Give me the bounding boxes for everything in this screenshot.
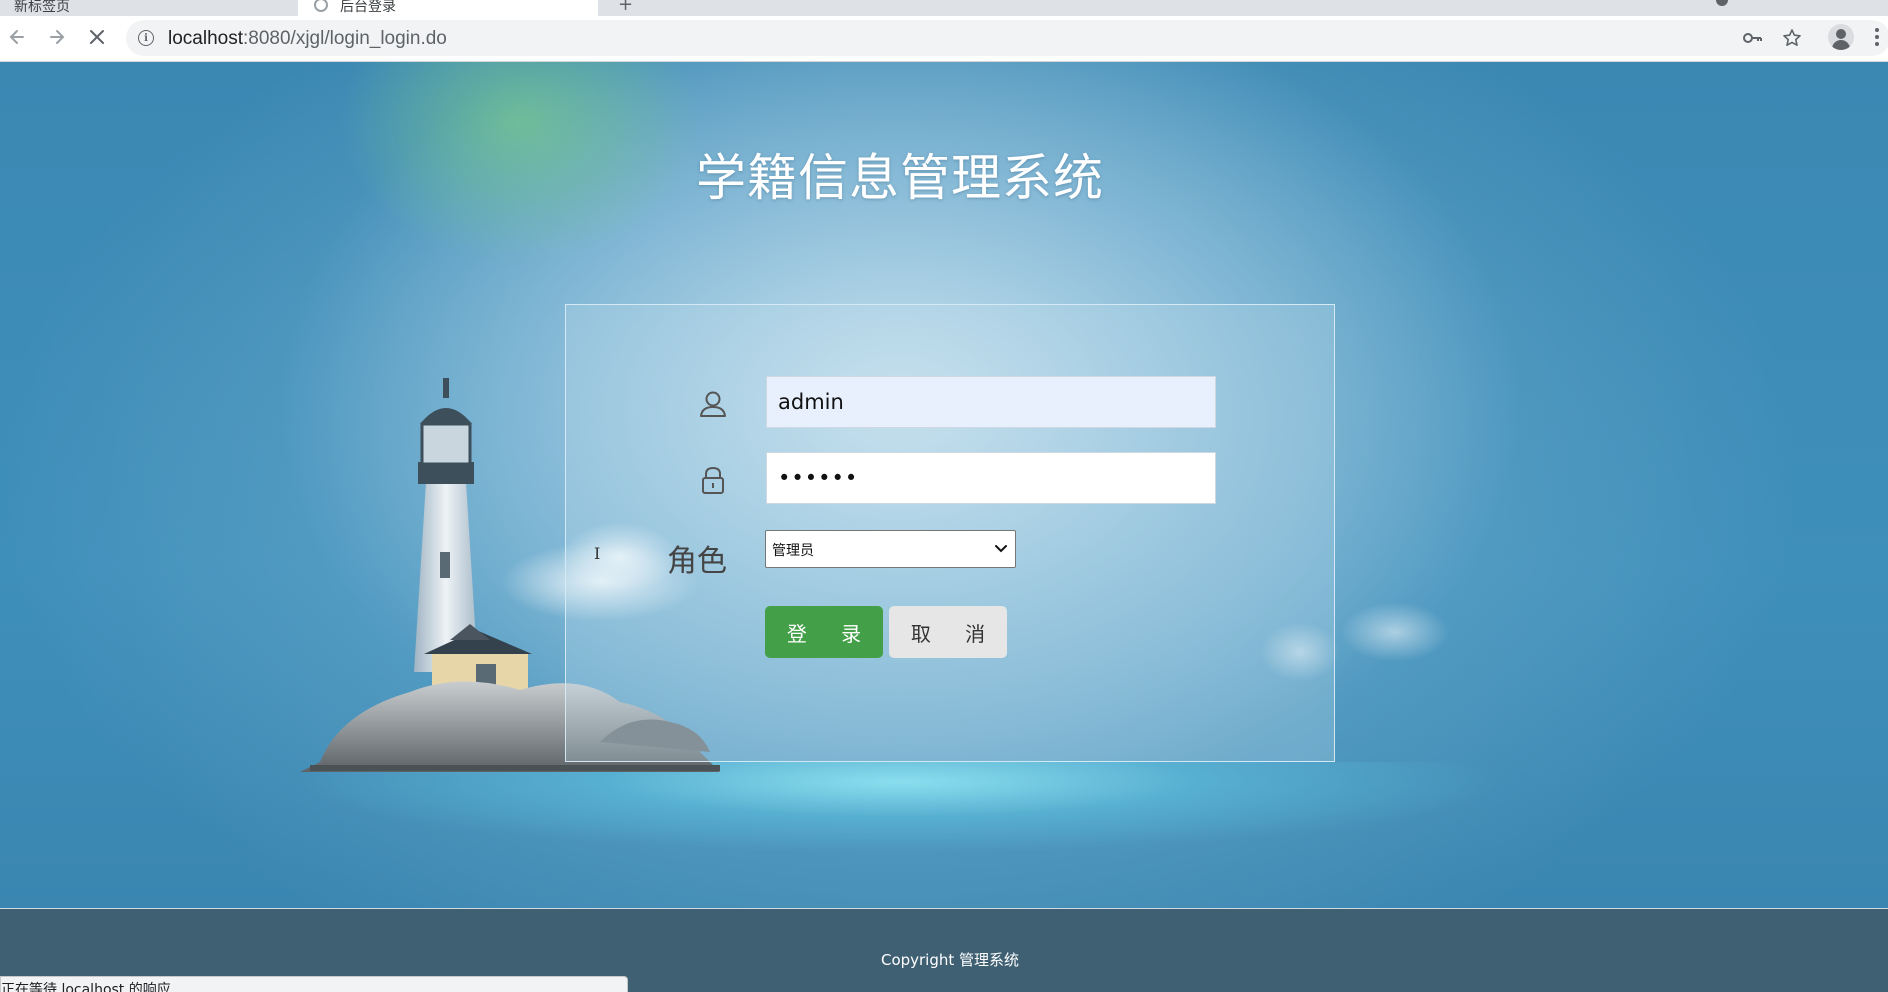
tab-search-icon[interactable] (1716, 0, 1728, 6)
role-selected-value: 管理员 (772, 543, 814, 559)
menu-icon[interactable] (1870, 22, 1884, 52)
browser-toolbar: i localhost:8080/xjgl/login_login.do (0, 16, 1888, 62)
copyright-text: Copyright 管理系统 (880, 951, 1020, 969)
new-tab-button[interactable]: + (618, 0, 633, 15)
text-cursor-icon: I (594, 544, 601, 563)
username-input[interactable] (766, 376, 1216, 428)
tab-new-tab[interactable]: 新标签页 (0, 0, 296, 16)
address-bar[interactable]: i localhost:8080/xjgl/login_login.do (126, 20, 1888, 56)
url-host: localhost (168, 28, 243, 49)
chevron-down-icon (995, 545, 1007, 553)
stop-icon (90, 30, 104, 44)
url-text[interactable]: localhost:8080/xjgl/login_login.do (168, 28, 447, 50)
info-icon[interactable]: i (138, 30, 154, 46)
cancel-button[interactable]: 取 消 (889, 606, 1007, 658)
password-value: •••••• (778, 466, 859, 490)
status-text: 正在等待 localhost 的响应... (1, 982, 185, 992)
tab-login[interactable]: 后台登录 (298, 0, 598, 16)
star-icon[interactable] (1778, 24, 1806, 52)
stop-button[interactable] (82, 22, 112, 52)
user-icon (700, 391, 726, 417)
back-icon (9, 30, 24, 44)
browser-tabstrip: 新标签页 后台登录 + (0, 0, 1888, 16)
cloud-decoration (1340, 602, 1450, 662)
browser-status-bubble: 正在等待 localhost 的响应... (0, 976, 628, 992)
tab-label: 后台登录 (340, 0, 396, 15)
login-button[interactable]: 登 录 (765, 606, 883, 658)
tab-label: 新标签页 (14, 0, 70, 15)
role-select[interactable]: 管理员 (765, 530, 1016, 568)
lock-icon (702, 466, 724, 494)
role-label: 角色 (667, 544, 727, 579)
forward-icon (50, 30, 65, 44)
url-path: :8080/xjgl/login_login.do (243, 28, 447, 49)
login-page-background: 学籍信息管理系统 •••••• 角色 管理员 I 登 录 取 消 (0, 62, 1888, 908)
profile-icon[interactable] (1828, 24, 1854, 50)
forward-button[interactable] (42, 22, 72, 52)
back-button[interactable] (2, 22, 32, 52)
page-title: 学籍信息管理系统 (696, 149, 1104, 207)
loading-favicon-icon (314, 0, 328, 12)
password-input[interactable]: •••••• (766, 452, 1216, 504)
key-icon[interactable] (1738, 24, 1766, 52)
